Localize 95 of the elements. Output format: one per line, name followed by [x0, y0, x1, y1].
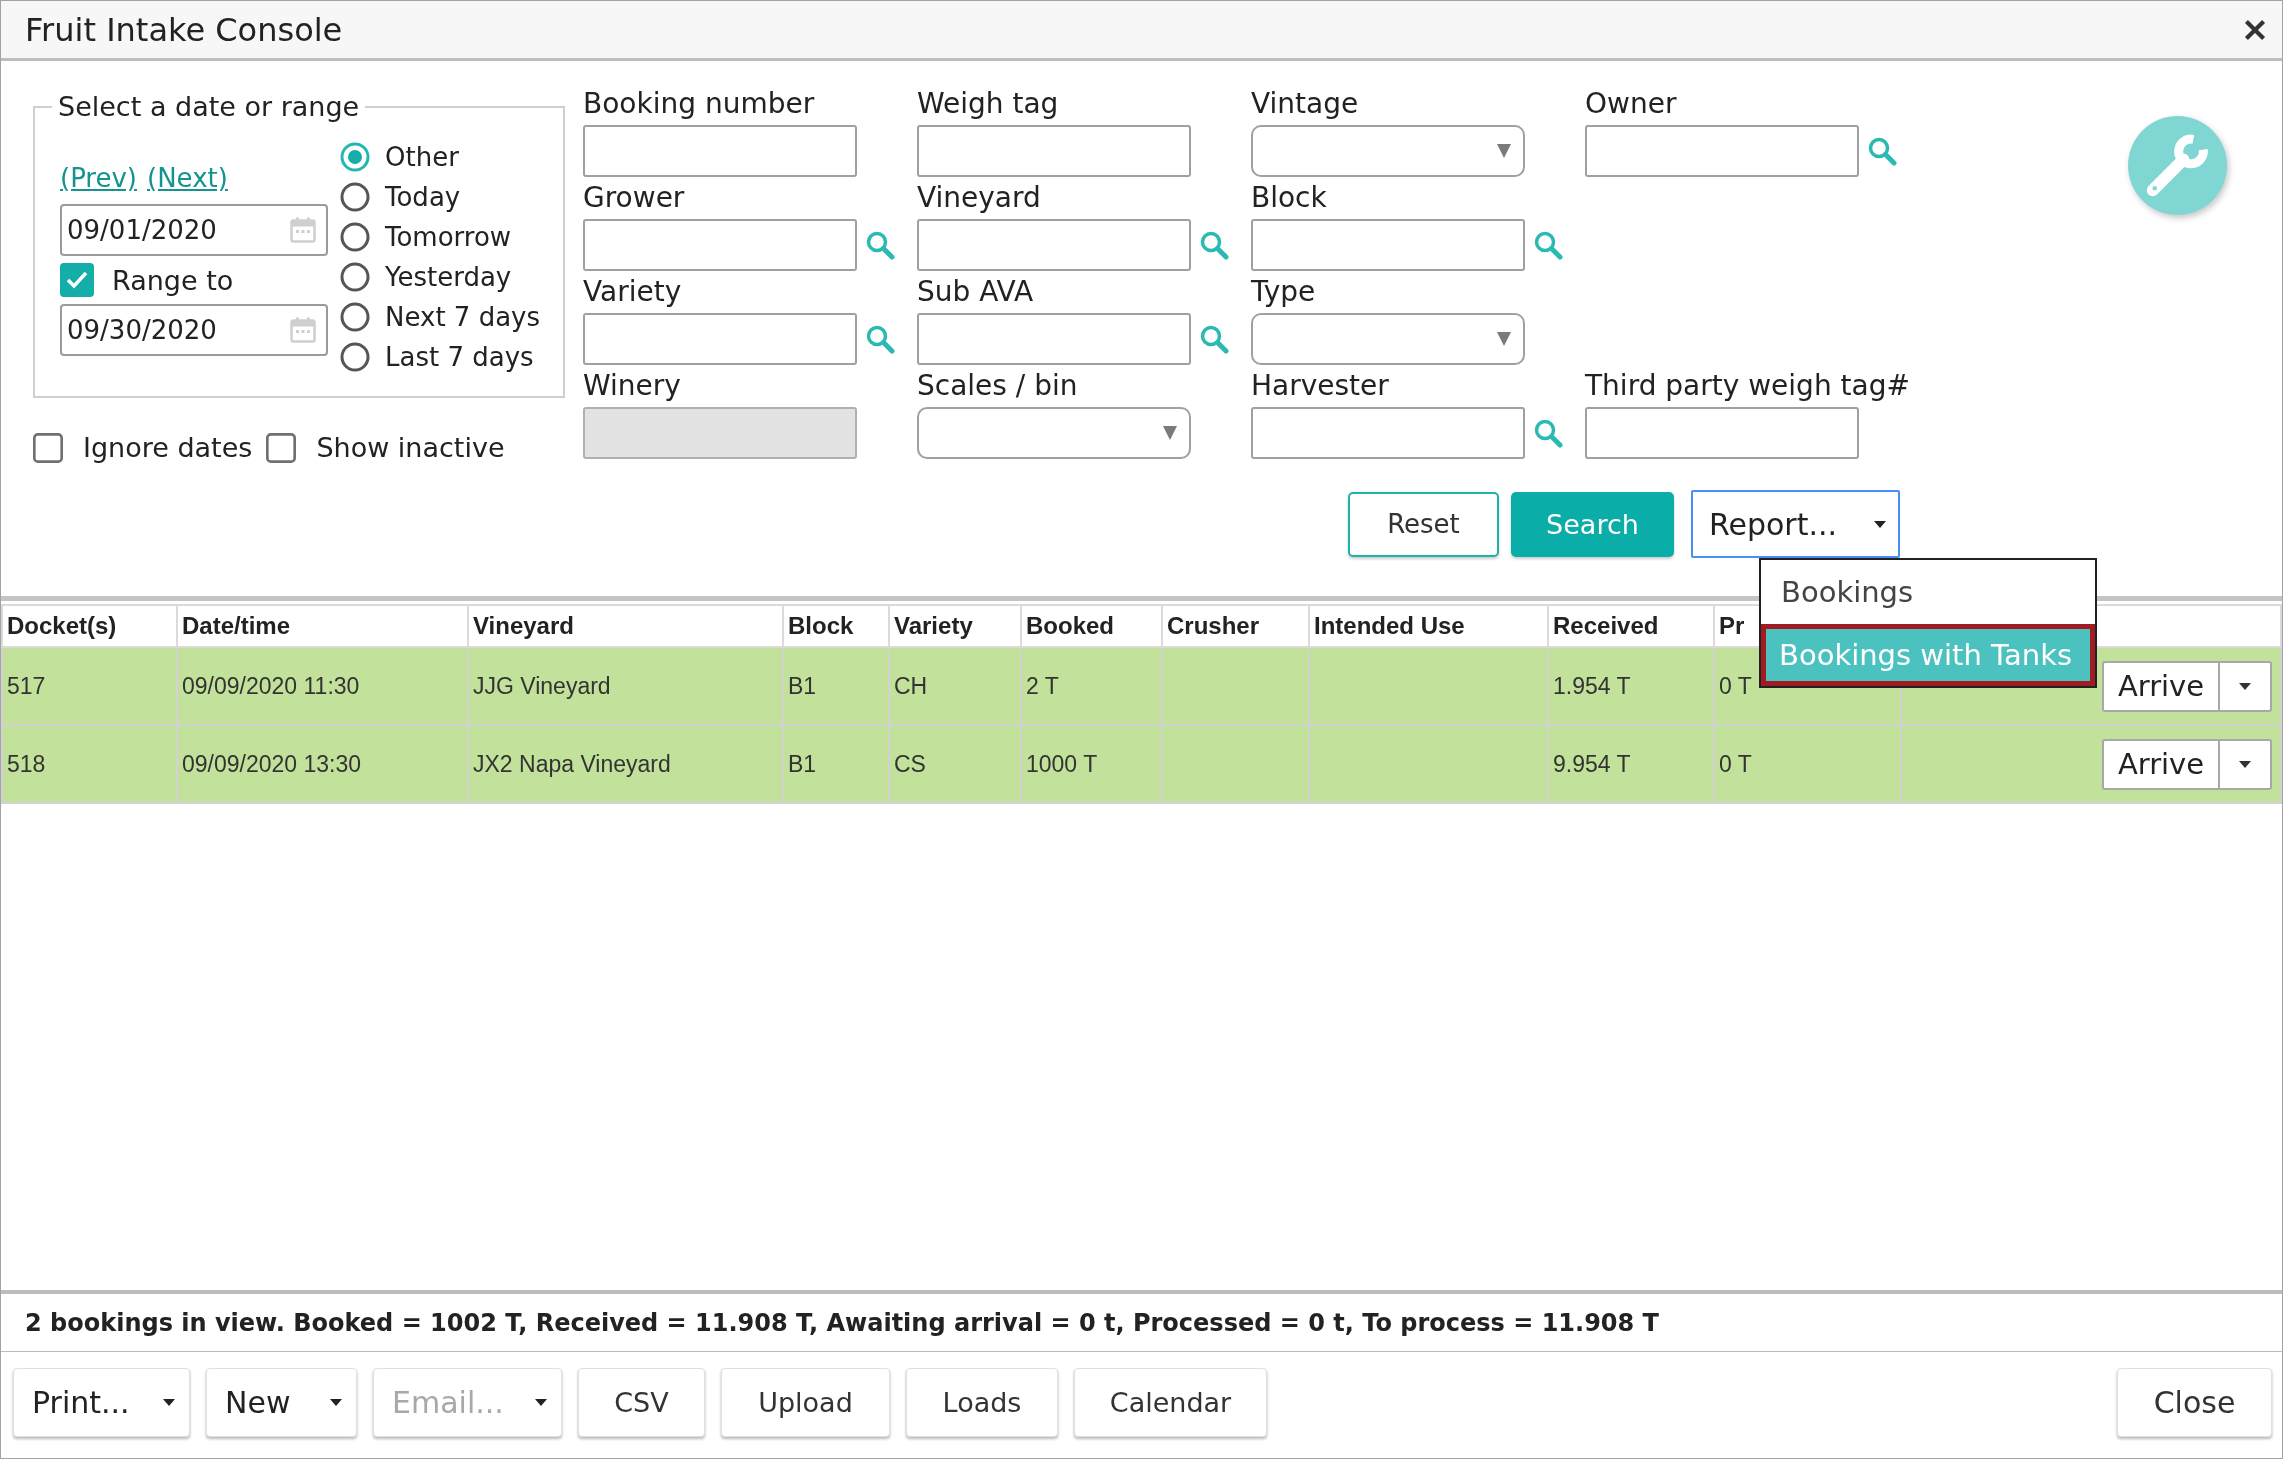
table-cell: 0 T — [1714, 725, 1901, 803]
radio-button[interactable] — [340, 302, 370, 332]
field-label: Vintage — [1251, 86, 1360, 122]
input-field[interactable] — [583, 125, 857, 177]
input-field[interactable] — [583, 313, 857, 365]
radio-button[interactable] — [340, 142, 370, 172]
caret-icon — [2239, 760, 2251, 768]
caret-icon — [1163, 426, 1177, 440]
select-field[interactable] — [1251, 125, 1525, 177]
report-dropdown-button[interactable]: Report... — [1691, 490, 1900, 558]
checkbox-label: Range to — [112, 264, 234, 296]
input-field[interactable] — [1251, 219, 1525, 271]
close-icon[interactable] — [2244, 18, 2266, 41]
search-icon[interactable] — [1199, 324, 1229, 354]
date-input[interactable]: 09/01/2020 — [60, 204, 328, 256]
summary-text: 2 bookings in view. Booked = 1002 T, Received = 11.908 T, Awaiting arrival = 0 t, Processed = 0 t, To process = 11.908 T — [25, 1308, 1659, 1337]
radio-label: Last 7 days — [385, 342, 534, 372]
checkbox-label: Ignore dates — [83, 432, 253, 463]
table-cell: 1000 T — [1021, 725, 1162, 803]
radio-button[interactable] — [340, 222, 370, 252]
wrench-icon[interactable] — [2128, 116, 2227, 215]
dropdown-button[interactable] — [2218, 660, 2272, 712]
field-label: Booking number — [583, 86, 816, 122]
caret-icon — [1497, 332, 1511, 346]
dropdown-button[interactable] — [2218, 738, 2272, 790]
menu-item[interactable]: Bookings — [1761, 560, 2095, 624]
radio-label: Tomorrow — [385, 222, 512, 252]
select-field[interactable] — [917, 407, 1191, 459]
input-field[interactable] — [917, 125, 1191, 177]
window-title: Fruit Intake Console — [25, 10, 343, 49]
toolbar-button[interactable]: Loads — [906, 1368, 1058, 1437]
search-icon[interactable] — [1533, 418, 1563, 448]
checkbox-label: Show inactive — [316, 432, 505, 463]
radio-label: Next 7 days — [385, 302, 540, 332]
table-cell: JX2 Napa Vineyard — [468, 725, 783, 803]
input-field[interactable] — [917, 313, 1191, 365]
field-label: Winery — [583, 368, 682, 404]
input-field[interactable] — [917, 219, 1191, 271]
select-field[interactable] — [1251, 313, 1525, 365]
input-field[interactable] — [1585, 125, 1859, 177]
date-input[interactable]: 09/30/2020 — [60, 304, 328, 356]
input-field[interactable] — [583, 219, 857, 271]
field-label: Vineyard — [917, 180, 1042, 216]
caret-icon — [535, 1399, 547, 1406]
table-cell: 518 — [2, 725, 177, 803]
calendar-icon[interactable] — [290, 217, 316, 243]
toolbar-button[interactable]: New — [206, 1368, 357, 1437]
caret-icon — [163, 1399, 175, 1406]
column-header[interactable]: Pr — [1719, 612, 1745, 639]
caret-icon — [2239, 682, 2251, 690]
radio-button[interactable] — [340, 262, 370, 292]
group-legend: Select a date or range — [52, 90, 366, 124]
caret-icon — [1874, 520, 1886, 528]
field-label: Third party weigh tag# — [1585, 368, 1911, 404]
date-nav-link[interactable]: (Next) — [147, 163, 228, 193]
toolbar-button[interactable]: Print... — [13, 1368, 190, 1437]
field-label: Type — [1251, 274, 1317, 310]
toolbar-button[interactable]: Calendar — [1074, 1368, 1267, 1437]
radio-button[interactable] — [340, 342, 370, 372]
table-cell: B1 — [783, 725, 889, 803]
table-cell: 09/09/2020 13:30 — [177, 725, 468, 803]
toolbar-button[interactable]: Upload — [721, 1368, 890, 1437]
table-cell: 9.954 T — [1548, 725, 1714, 803]
search-icon[interactable] — [1867, 136, 1897, 166]
search-icon[interactable] — [1533, 230, 1563, 260]
table-cell: CS — [889, 725, 1021, 803]
arrive-button[interactable]: Arrive — [2102, 660, 2218, 712]
checkbox[interactable] — [33, 432, 63, 463]
field-label: Block — [1251, 180, 1328, 216]
radio-label: Today — [385, 182, 461, 212]
field-label: Sub AVA — [917, 274, 1035, 310]
date-nav-link[interactable]: (Prev) — [60, 163, 137, 193]
radio-label: Yesterday — [385, 262, 512, 292]
checkbox[interactable] — [266, 432, 297, 463]
field-label: Scales / bin — [917, 368, 1079, 404]
field-label: Harvester — [1251, 368, 1390, 404]
field-label: Owner — [1585, 86, 1678, 122]
field-label: Variety — [583, 274, 683, 310]
field-label: Weigh tag — [917, 86, 1060, 122]
arrive-button[interactable]: Arrive — [2102, 738, 2218, 790]
checkbox[interactable] — [60, 263, 94, 297]
search-icon[interactable] — [865, 230, 895, 260]
toolbar-button[interactable]: CSV — [578, 1368, 705, 1437]
field-label: Grower — [583, 180, 686, 216]
input-field[interactable] — [1251, 407, 1525, 459]
search-icon[interactable] — [865, 324, 895, 354]
search-icon[interactable] — [1199, 230, 1229, 260]
reset-button[interactable]: Reset — [1348, 491, 1499, 557]
input-field[interactable] — [1585, 407, 1859, 459]
caret-icon — [1497, 144, 1511, 158]
radio-label: Other — [385, 142, 459, 172]
calendar-icon[interactable] — [290, 317, 316, 343]
radio-button[interactable] — [340, 182, 370, 212]
caret-icon — [330, 1399, 342, 1406]
close-button[interactable]: Close — [2117, 1368, 2272, 1437]
